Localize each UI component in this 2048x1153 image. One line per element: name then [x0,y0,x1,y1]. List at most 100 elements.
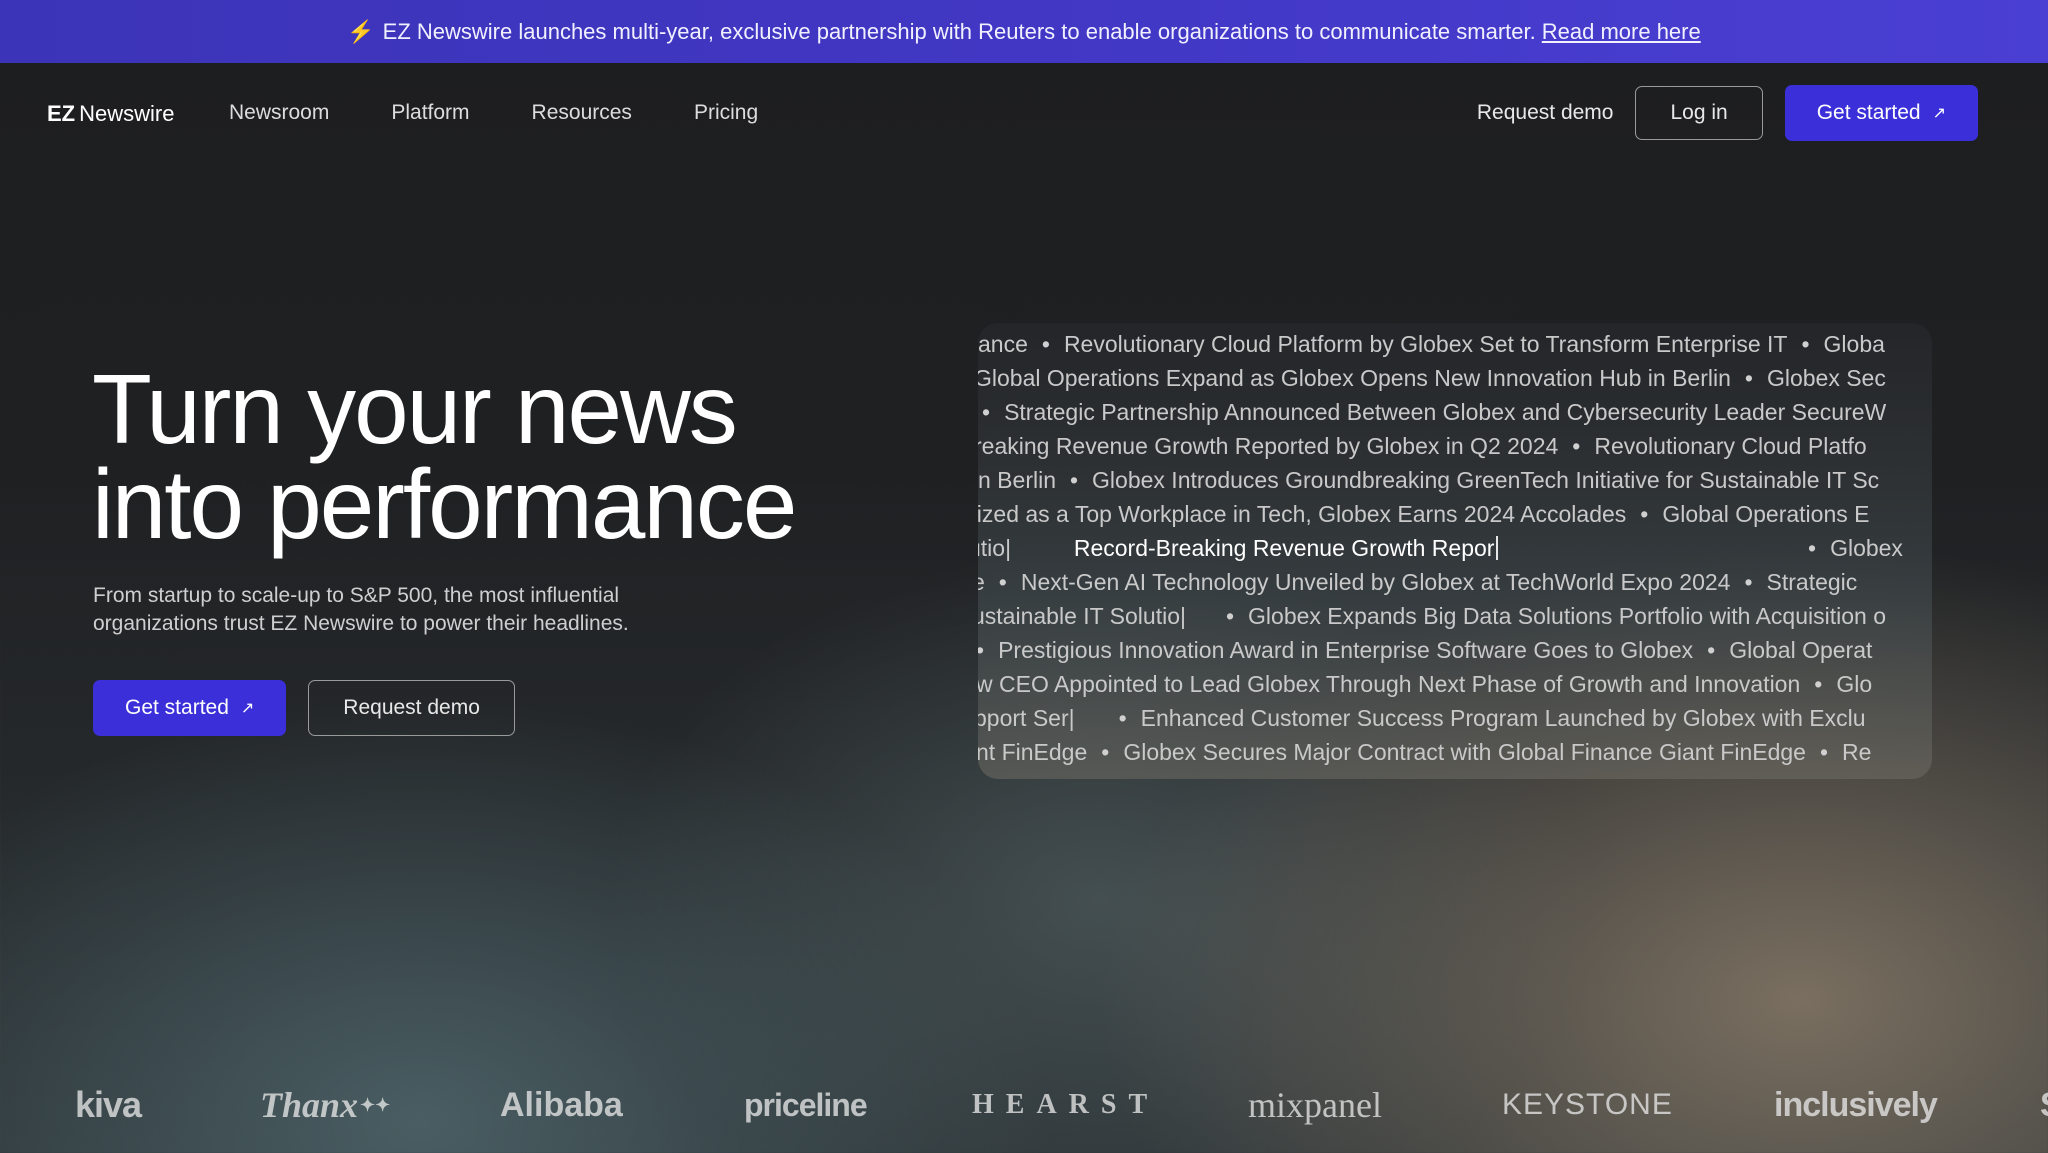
headline-text: Strategic Partnership Announced Between … [1004,399,1887,425]
bullet: • [1814,671,1823,697]
headline-row: • Prestigious Innovation Award in Enterpr… [978,633,1872,667]
bullet: • [1041,331,1050,357]
kiva-logo: kiva [75,1084,142,1125]
headline-row: Global Operations Expand as Globex Opens… [978,361,1886,395]
nav-item-platform[interactable]: Platform [391,101,469,125]
get-started-button[interactable]: Get started ↗ [1784,85,1978,141]
headline-text: Glo [1836,671,1873,697]
headline-row: ance • Revolutionary Cloud Platform by Glo… [978,327,1885,361]
headline-text: Next-Gen AI Technology Unveiled by Globe… [1020,569,1731,595]
headline-text: nt FinEdge [978,739,1088,765]
mixpanel-logo: mixpanel [1248,1085,1382,1125]
headline-text: ance [978,331,1028,357]
headline-text: pport Ser| [978,705,1075,731]
get-started-label: Get started [1816,101,1921,124]
headline-row: • Strategic Partnership Announced Between… [978,395,1886,429]
headline-text: Global Operat [1729,637,1873,663]
headline-row: e • Next-Gen AI Technology Unveiled by Glo… [978,565,1857,599]
partial-logo: S [2040,1080,2048,1130]
inclusively-logo: inclusively [1774,1085,1938,1124]
headline-text: w CEO Appointed to Lead Globex Through N… [978,671,1801,697]
lightning-icon: ⚡ [347,18,375,44]
top-nav: EZ Newswire Newsroom Platform Resources P… [0,63,2048,165]
headline-text: Globex Introduces Groundbreaking GreenTe… [1092,467,1880,493]
hero-title: Turn your news into performance [92,354,912,559]
nav-item-resources[interactable]: Resources [532,101,632,125]
bullet: • [1118,705,1127,731]
bullet: • [1225,603,1235,629]
headline-text: Globex Expands Big Data Solutions Portfo… [1248,603,1887,629]
headline-text: Enhanced Customer Success Program Launch… [1140,705,1866,731]
headline-row: ustainable IT Solutio| • Globex Expands Bi… [978,599,1886,633]
headline-text: Prestigious Innovation Award in Enterpri… [998,637,1694,663]
text-caret [1496,536,1499,560]
alibaba-logo: Alibaba [500,1085,623,1124]
bullet: • [1801,331,1810,357]
headline-text: n Berlin [978,467,1056,493]
headline-row-typing: utio| Record-Breaking Revenue Growth Rep… [978,531,1928,565]
bullet: • [1069,467,1079,493]
thanx-logo: Thanx ✦✦ [260,1080,390,1130]
bullet: • [1744,365,1753,391]
hearst-logo: HEARST [972,1089,1160,1120]
nav-actions: Request demo Log in Get started ↗ [1477,85,1978,141]
bullet: • [1707,637,1716,663]
hero-request-demo-label: Request demo [343,696,480,719]
hero-title-line-1: Turn your news [92,354,738,464]
headline-row: pport Ser| • Enhanced Customer Success Pro… [978,701,1866,735]
bullet: • [982,399,991,425]
hero-subtitle-line-2: organizations trust EZ Newswire to power… [93,612,629,635]
keystone-logo: KEYSTONE [1502,1088,1673,1121]
arrow-up-right-icon: ↗ [240,700,255,717]
headline-text: Globa [1823,331,1885,357]
headline-text: e [978,569,985,595]
headline-text: Strategic [1766,569,1858,595]
customer-logos: kiva Thanx ✦✦ Alibaba priceline HEARST mi… [0,1080,2048,1130]
announcement-text: EZ Newswire launches multi-year, exclusi… [382,18,1536,44]
headline-text: nized as a Top Workplace in Tech, Globex… [978,501,1627,527]
headline-text: Global Operations E [1662,501,1870,527]
read-more-link[interactable]: Read more here [1542,19,1701,45]
hero-request-demo-button[interactable]: Request demo [308,680,515,736]
headline-text: Globex Sec [1766,365,1886,391]
headline-text: Revolutionary Cloud Platfo [1594,433,1867,459]
bullet: • [1101,739,1110,765]
logo-text: Newswire [79,101,175,126]
headline-text: reaking Revenue Growth Reported by Globe… [978,433,1559,459]
headline-text: Revolutionary Cloud Platform by Globex S… [1063,331,1788,357]
bullet: • [1640,501,1649,527]
headline-row: nt FinEdge • Globex Secures Major Contract… [978,735,1871,769]
headline-row: n Berlin • Globex Introduces Groundbreakin… [978,463,1879,497]
headlines-panel: ance • Revolutionary Cloud Platform by Glo… [978,323,1932,779]
logo-mark: EZ [47,101,76,126]
headline-text: Global Operations Expand as Globex Opens… [978,365,1731,391]
priceline-logo: priceline [744,1086,868,1123]
headline-row: nized as a Top Workplace in Tech, Globex… [978,497,1869,531]
bullet: • [1819,739,1829,765]
headline-text: Globex [1830,535,1903,561]
headline-row: reaking Revenue Growth Reported by Globe… [978,429,1867,463]
headline-row: w CEO Appointed to Lead Globex Through N… [978,667,1872,701]
hero-subtitle: From startup to scale-up to S&P 500, the… [93,582,713,638]
announcement-bar: ⚡ EZ Newswire launches multi-year, exclu… [0,0,2048,63]
headline-text: utio| [978,535,1012,561]
headline-text: ustainable IT Solutio| [978,603,1186,629]
hero-cta-group: Get started ↗ Request demo [93,680,515,736]
nav-item-newsroom[interactable]: Newsroom [229,101,329,125]
bullet: • [998,569,1007,595]
hero-get-started-button[interactable]: Get started ↗ [93,680,287,736]
hero-title-line-2: into performance [92,449,797,559]
hero-get-started-label: Get started [125,696,229,719]
sparkle-icon: ✦✦ [360,1094,391,1115]
nav-item-pricing[interactable]: Pricing [694,101,758,125]
request-demo-link[interactable]: Request demo [1477,101,1614,125]
bullet: • [1744,569,1753,595]
logo[interactable]: EZ Newswire [47,101,174,127]
typing-headline: Record-Breaking Revenue Growth Repor [1073,535,1495,561]
bullet: • [978,637,984,663]
login-button[interactable]: Log in [1635,86,1763,140]
hero-subtitle-line-1: From startup to scale-up to S&P 500, the… [93,584,620,607]
login-label: Log in [1670,101,1728,124]
nav-links: Newsroom Platform Resources Pricing [229,101,820,125]
thanx-logo-text: Thanx [260,1085,359,1125]
